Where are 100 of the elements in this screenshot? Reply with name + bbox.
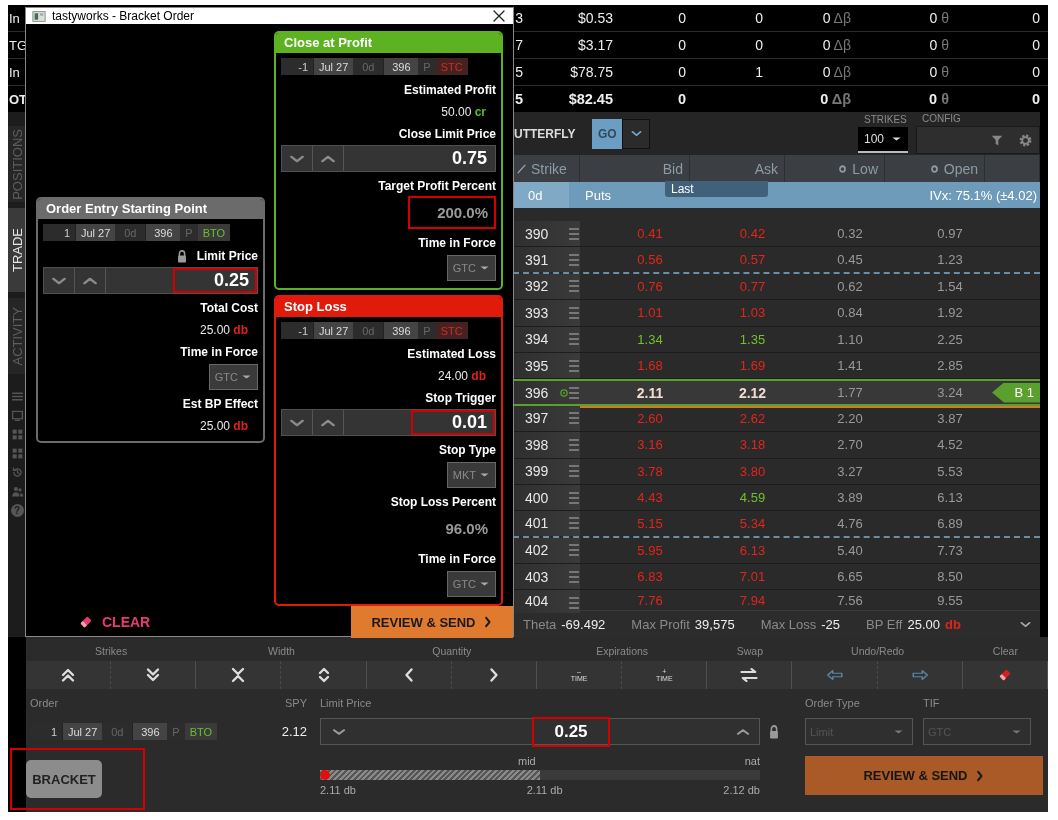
slash-icon <box>517 163 526 174</box>
table-cell-text: In <box>8 10 21 26</box>
grid-icon[interactable] <box>10 428 24 441</box>
option-row[interactable]: 401 5.15 5.34 4.76 6.89 <box>513 511 1040 538</box>
table-cell-text: 9.55 <box>936 592 964 611</box>
strikes-dropdown[interactable]: 100 <box>858 127 908 153</box>
field-label: Limit Price <box>196 249 258 264</box>
table-cell-text: 0 <box>1030 91 1041 107</box>
filter-icon[interactable] <box>990 133 1004 147</box>
position-badge: B 1 <box>992 382 1040 403</box>
table-cell-text: 6.65 <box>836 568 864 587</box>
grid-icon[interactable] <box>10 447 24 460</box>
bid-cell-text: 3.16 <box>636 436 664 455</box>
option-row[interactable]: 402 5.95 6.13 5.40 7.73 <box>513 537 1040 565</box>
option-row[interactable]: 393 1.01 1.03 0.84 1.92 <box>513 300 1040 327</box>
config-field[interactable] <box>916 126 1040 154</box>
history-icon[interactable] <box>10 466 24 479</box>
dropdown[interactable]: MKT <box>446 462 496 488</box>
caret-icon <box>241 373 252 381</box>
leg-quantity: -1 <box>281 322 313 339</box>
column-tab[interactable]: Last <box>665 181 768 197</box>
slider-label: nat <box>744 755 760 767</box>
option-row[interactable]: 399 3.78 3.80 3.27 5.53 <box>513 458 1040 485</box>
option-row[interactable]: 403 6.83 7.01 6.65 8.50 <box>513 564 1040 591</box>
review-send-button[interactable]: REVIEW & SEND <box>351 606 513 638</box>
summary-value: -69.492 <box>561 616 606 632</box>
group-label: Clear <box>991 645 1019 657</box>
dropdown-button[interactable] <box>622 118 650 149</box>
table-cell-text: 0 <box>677 64 687 80</box>
leg-strike: 396 <box>132 723 168 740</box>
slider-thumb[interactable] <box>320 770 330 780</box>
dropdown[interactable]: GTC <box>446 571 496 597</box>
panel-header: Order Entry Starting Point <box>38 199 263 219</box>
circle-icon <box>929 163 939 174</box>
field-label: Time in Force <box>418 552 496 567</box>
option-row[interactable]: 398 3.16 3.18 2.70 4.52 <box>513 432 1040 459</box>
list-icon[interactable] <box>10 390 24 403</box>
bid-cell-text: 3.78 <box>636 462 664 481</box>
bracket-button[interactable]: BRACKET <box>26 760 102 798</box>
go-button[interactable]: GO <box>592 118 622 149</box>
option-row[interactable]: 391 0.56 0.57 0.45 1.23 <box>513 247 1040 274</box>
strike-cell: 402 <box>525 542 549 559</box>
table-cell-text: 1.77 <box>836 384 864 403</box>
settings-icon[interactable] <box>1018 132 1033 148</box>
option-row[interactable]: 400 4.43 4.59 3.89 6.13 <box>513 484 1040 512</box>
monitor-icon[interactable] <box>10 409 24 422</box>
option-row[interactable]: 392 0.76 0.77 0.62 1.54 <box>513 273 1040 301</box>
ask-cell-text: 0.77 <box>738 277 767 296</box>
unit-label: db <box>945 616 961 632</box>
leg-type: P <box>418 322 436 339</box>
option-row[interactable]: 390 0.41 0.42 0.32 0.97 <box>513 221 1040 248</box>
narrow-icon <box>230 667 247 683</box>
ask-cell-text: 7.94 <box>738 592 767 611</box>
chevron-down-icon <box>629 128 643 139</box>
lock-icon[interactable] <box>767 723 781 740</box>
table-cell-text: 0 <box>754 10 764 26</box>
table-cell-text: 0 <box>676 91 687 107</box>
close-icon[interactable] <box>491 8 507 24</box>
dropdown[interactable]: GTC <box>208 364 258 390</box>
review-send-button[interactable]: REVIEW & SEND <box>805 756 1043 795</box>
summary-label: Theta <box>523 616 557 632</box>
option-row[interactable]: 397 2.60 2.62 2.20 3.87 <box>513 405 1040 433</box>
table-cell-text: 7 <box>514 37 524 53</box>
slider-reading: 2.12 db <box>723 784 760 796</box>
summary-label: Max Profit <box>631 616 690 632</box>
strike-cell: 393 <box>525 304 549 321</box>
field-label: Stop Loss Percent <box>390 495 496 510</box>
table-cell-text: 1.92 <box>936 304 964 323</box>
dropdown[interactable]: GTC <box>446 255 496 281</box>
clear-button[interactable]: CLEAR <box>76 612 153 632</box>
undo-icon <box>825 668 844 682</box>
ask-cell-text: 1.03 <box>738 304 767 323</box>
leg-expiration: Jul 27 <box>313 322 354 339</box>
table-cell-text: 5.53 <box>936 462 964 481</box>
table-cell-text: 4.52 <box>936 436 964 455</box>
option-row[interactable]: 396 2.11 2.12 1.77 3.24 B 1 <box>513 379 1040 406</box>
group-label: Swap <box>735 645 765 657</box>
bid-cell-text: 2.11 <box>635 383 665 403</box>
price-slider[interactable] <box>320 770 760 780</box>
strike-cell: 395 <box>525 357 549 374</box>
side-tab[interactable]: TRADE <box>8 208 26 292</box>
group-label: Quantity <box>431 645 473 657</box>
table-cell-text: 0.45 <box>836 251 864 270</box>
field-label: Target Profit Percent <box>378 179 496 194</box>
table-cell-text: 0.62 <box>836 277 864 296</box>
chevron-right-icon <box>482 616 493 628</box>
bid-cell-text: 1.68 <box>636 357 664 376</box>
option-row[interactable]: 404 7.76 7.94 7.56 9.55 <box>513 590 1040 610</box>
strike-cell: 396 <box>525 384 549 401</box>
table-cell-text: $82.45 <box>567 91 614 107</box>
group-label: Strikes <box>94 645 129 657</box>
people-icon[interactable] <box>10 485 24 498</box>
table-cell-text: 3.89 <box>836 489 864 508</box>
limit-price-field[interactable]: 0.25 <box>320 718 760 745</box>
field-label: Est BP Effect <box>182 397 258 412</box>
leg-action: BTO <box>184 723 218 740</box>
expiration-bar[interactable]: 0d Puts Last IVx: 75.1% (±4.02) <box>513 182 1040 208</box>
field-label: TIF <box>923 697 940 711</box>
window-title: tastyworks - Bracket Order <box>52 9 196 23</box>
option-row[interactable]: 394 1.34 1.35 1.10 2.25 <box>513 326 1040 353</box>
